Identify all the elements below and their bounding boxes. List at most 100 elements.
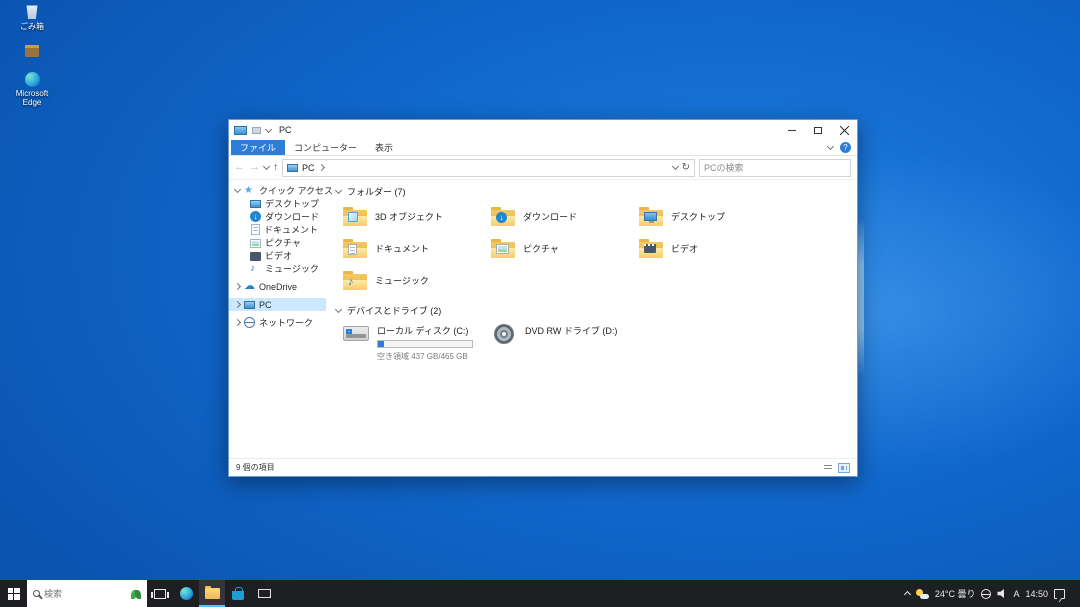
- folder-tile-desktop[interactable]: デスクトップ: [639, 203, 787, 230]
- folder-tile-3d-objects[interactable]: 3D オブジェクト: [343, 203, 491, 230]
- desktop-icon: [250, 200, 261, 208]
- expander-icon[interactable]: [234, 319, 241, 326]
- sidebar-label: ビデオ: [265, 249, 292, 262]
- desktop-icon-package[interactable]: [6, 45, 58, 59]
- sidebar-item-downloads[interactable]: ダウンロード: [229, 210, 326, 223]
- hidden-icons-chevron-icon[interactable]: [904, 591, 911, 598]
- folder-tile-pictures[interactable]: ピクチャ: [491, 235, 639, 262]
- action-center-icon[interactable]: [1054, 589, 1065, 599]
- folder-tile-videos[interactable]: ビデオ: [639, 235, 787, 262]
- taskbar-explorer-button[interactable]: [199, 580, 225, 607]
- sidebar-item-pc[interactable]: PC: [229, 298, 326, 311]
- taskbar-edge-button[interactable]: [173, 580, 199, 607]
- sidebar-label: ミュージック: [265, 262, 319, 275]
- ribbon-expand-icon[interactable]: [827, 143, 834, 150]
- minimize-button[interactable]: [779, 120, 805, 140]
- onedrive-icon: [244, 281, 255, 292]
- qat-dropdown-icon[interactable]: [265, 125, 272, 132]
- weather-icon: [916, 589, 929, 599]
- explorer-search-input[interactable]: [704, 163, 846, 173]
- tab-view[interactable]: 表示: [366, 140, 402, 155]
- desktop-icon-edge[interactable]: Microsoft Edge: [6, 72, 58, 107]
- sidebar-item-documents[interactable]: ドキュメント: [229, 223, 326, 236]
- tab-file[interactable]: ファイル: [231, 140, 285, 155]
- sidebar-label: PC: [259, 300, 272, 310]
- taskbar-store-button[interactable]: [225, 580, 251, 607]
- drive-tile-d[interactable]: DVD RW ドライブ (D:): [491, 322, 639, 358]
- desktop-icon-recycle-bin[interactable]: ごみ箱: [6, 4, 58, 32]
- taskbar-mail-button[interactable]: [251, 580, 277, 607]
- expander-icon[interactable]: [234, 186, 241, 193]
- up-button[interactable]: [273, 162, 278, 173]
- volume-icon[interactable]: [997, 589, 1007, 598]
- folder-icon: [343, 242, 367, 258]
- folders-section-header[interactable]: フォルダー (7): [336, 183, 851, 199]
- address-dropdown-icon[interactable]: [672, 163, 679, 170]
- devices-section-header[interactable]: デバイスとドライブ (2): [336, 302, 851, 318]
- sidebar-item-pictures[interactable]: ピクチャ: [229, 236, 326, 249]
- drive-free-space: 空き領域 437 GB/465 GB: [377, 351, 473, 362]
- folder-tile-downloads[interactable]: ダウンロード: [491, 203, 639, 230]
- desktop-icons: ごみ箱 Microsoft Edge: [6, 4, 58, 107]
- ribbon-right: [828, 140, 857, 155]
- sidebar-item-network[interactable]: ネットワーク: [229, 316, 326, 329]
- network-icon: [244, 317, 255, 328]
- folder-name: ビデオ: [671, 242, 698, 255]
- folder-tile-documents[interactable]: ドキュメント: [343, 235, 491, 262]
- sidebar-item-videos[interactable]: ビデオ: [229, 249, 326, 262]
- network-tray-icon[interactable]: [981, 589, 991, 599]
- ime-indicator[interactable]: A: [1013, 589, 1019, 599]
- sidebar-label: ドキュメント: [264, 223, 318, 236]
- drive-info: ローカル ディスク (C:) 空き領域 437 GB/465 GB: [377, 322, 473, 362]
- breadcrumb-chevron-icon[interactable]: [317, 164, 324, 171]
- help-icon[interactable]: [840, 142, 851, 153]
- section-collapse-icon[interactable]: [335, 186, 342, 193]
- sidebar-label: クイック アクセス: [259, 184, 333, 197]
- downloads-overlay-icon: [496, 212, 507, 223]
- folder-name: ミュージック: [375, 274, 429, 287]
- explorer-search-box[interactable]: [699, 159, 851, 177]
- sidebar-item-onedrive[interactable]: OneDrive: [229, 280, 326, 293]
- sidebar-item-desktop[interactable]: デスクトップ: [229, 197, 326, 210]
- sidebar-item-quick-access[interactable]: クイック アクセス: [229, 184, 326, 197]
- store-icon: [232, 591, 244, 600]
- weather-text[interactable]: 24°C 曇り: [935, 587, 976, 600]
- section-collapse-icon[interactable]: [335, 305, 342, 312]
- folder-tile-music[interactable]: ミュージック: [343, 267, 491, 294]
- clock[interactable]: 14:50: [1025, 589, 1048, 599]
- tab-computer[interactable]: コンピューター: [285, 140, 366, 155]
- desktop-overlay-icon: [644, 212, 657, 221]
- drive-tile-c[interactable]: ローカル ディスク (C:) 空き領域 437 GB/465 GB: [343, 322, 491, 358]
- downloads-icon: [250, 211, 261, 222]
- music-icon: [250, 263, 261, 274]
- folder-name: 3D オブジェクト: [375, 210, 443, 223]
- taskbar-search-input[interactable]: [44, 589, 127, 599]
- sidebar-item-music[interactable]: ミュージック: [229, 262, 326, 275]
- large-icons-view-icon[interactable]: [838, 463, 850, 473]
- refresh-icon[interactable]: [682, 162, 690, 173]
- folder-icon: [343, 274, 367, 290]
- folder-name: デスクトップ: [671, 210, 725, 223]
- videos-overlay-icon: [644, 244, 656, 253]
- desktop-icon-label: Microsoft Edge: [6, 89, 58, 107]
- task-view-icon: [154, 589, 166, 599]
- folder-name: ダウンロード: [523, 210, 577, 223]
- recent-locations-icon[interactable]: [263, 163, 270, 170]
- close-button[interactable]: [831, 120, 857, 140]
- title-bar[interactable]: PC: [229, 120, 857, 140]
- breadcrumb[interactable]: PC: [302, 163, 315, 173]
- folder-name: ドキュメント: [375, 242, 429, 255]
- task-view-button[interactable]: [147, 580, 173, 607]
- expander-icon[interactable]: [234, 301, 241, 308]
- maximize-button[interactable]: [805, 120, 831, 140]
- taskbar-search-box[interactable]: [27, 580, 147, 607]
- capacity-fill: [378, 341, 384, 347]
- address-bar[interactable]: PC: [282, 159, 695, 177]
- quick-access-toolbar-icon[interactable]: [252, 127, 261, 134]
- details-view-icon[interactable]: [822, 463, 834, 473]
- start-button[interactable]: [0, 580, 27, 607]
- forward-button[interactable]: [249, 162, 260, 173]
- view-switcher: [822, 463, 850, 473]
- back-button[interactable]: [234, 162, 245, 173]
- expander-icon[interactable]: [234, 283, 241, 290]
